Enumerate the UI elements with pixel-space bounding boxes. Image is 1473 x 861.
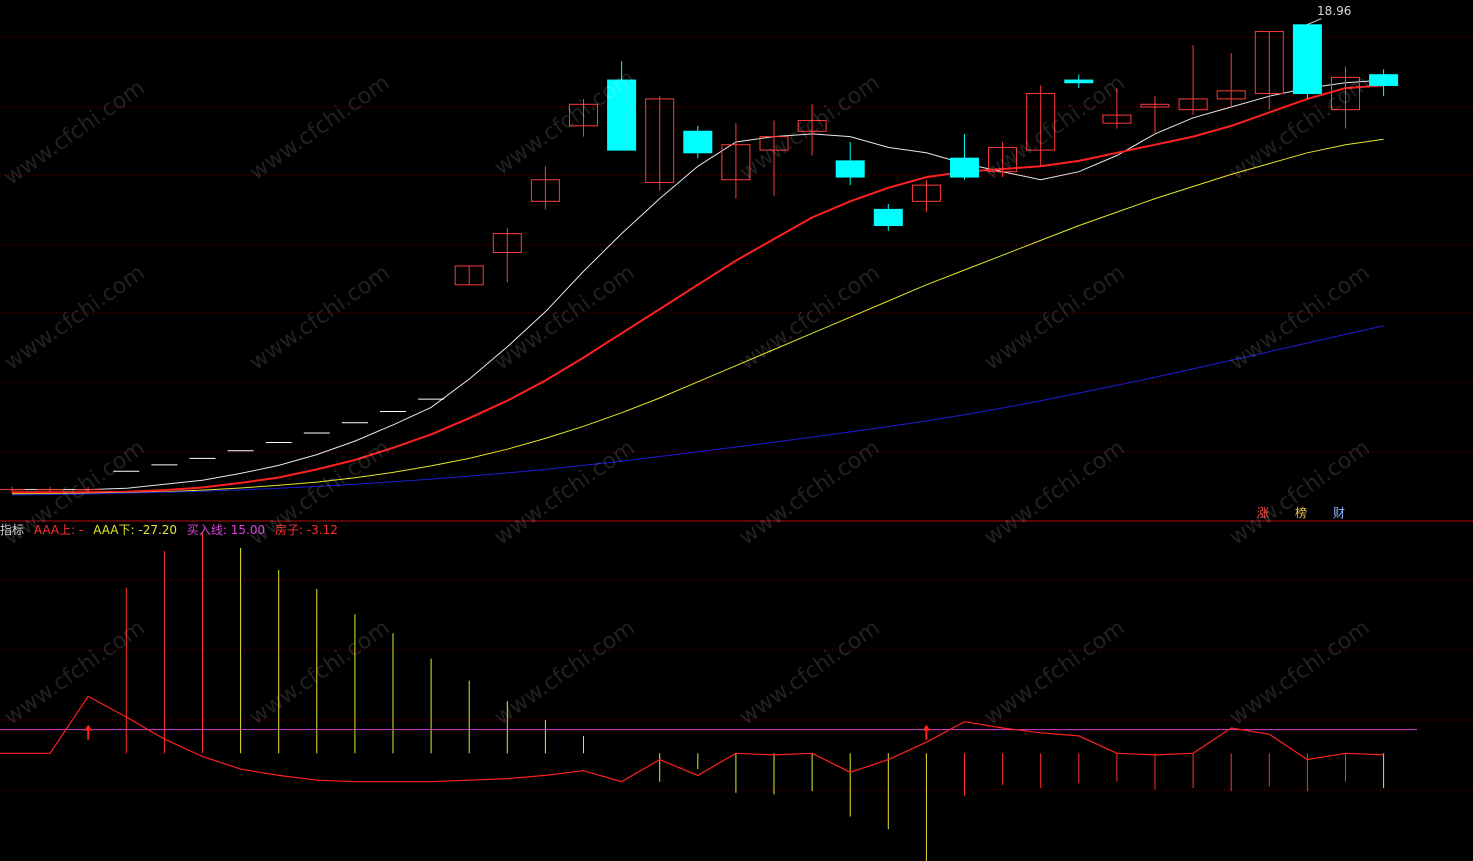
candle-body bbox=[950, 157, 979, 178]
legend-aaa-down: AAA下: -27.20 bbox=[93, 523, 178, 537]
buy-arrow-icon bbox=[84, 724, 93, 740]
candle-body bbox=[1369, 74, 1399, 86]
legend-aaa-up: AAA上: - bbox=[33, 523, 84, 537]
high-marker-line bbox=[1307, 18, 1322, 26]
candle-body bbox=[607, 79, 637, 151]
candle-body bbox=[873, 208, 903, 227]
badge-zhang[interactable]: 涨 bbox=[1257, 506, 1269, 520]
legend-house: 房子: -3.12 bbox=[274, 523, 338, 537]
candle-body bbox=[835, 160, 865, 178]
ma-line bbox=[12, 138, 1384, 495]
legend-title: 指标 bbox=[0, 523, 25, 537]
house-line bbox=[0, 695, 1384, 783]
buy-arrow-icon bbox=[922, 724, 931, 740]
candle-body bbox=[1064, 79, 1094, 84]
candle-body bbox=[683, 130, 713, 154]
chart-canvas bbox=[0, 18, 1473, 861]
badge-bang[interactable]: 榜 bbox=[1295, 506, 1307, 520]
badge-cai[interactable]: 财 bbox=[1333, 506, 1345, 520]
legend-buy-line: 买入线: 15.00 bbox=[186, 523, 266, 537]
high-price-label: 18.96 bbox=[1317, 4, 1352, 18]
indicator-legend: 指标 AAA上: - AAA下: -27.20 买入线: 15.00 房子: -… bbox=[0, 522, 344, 538]
ma-line bbox=[11, 325, 1384, 496]
candle-body bbox=[1292, 24, 1322, 95]
